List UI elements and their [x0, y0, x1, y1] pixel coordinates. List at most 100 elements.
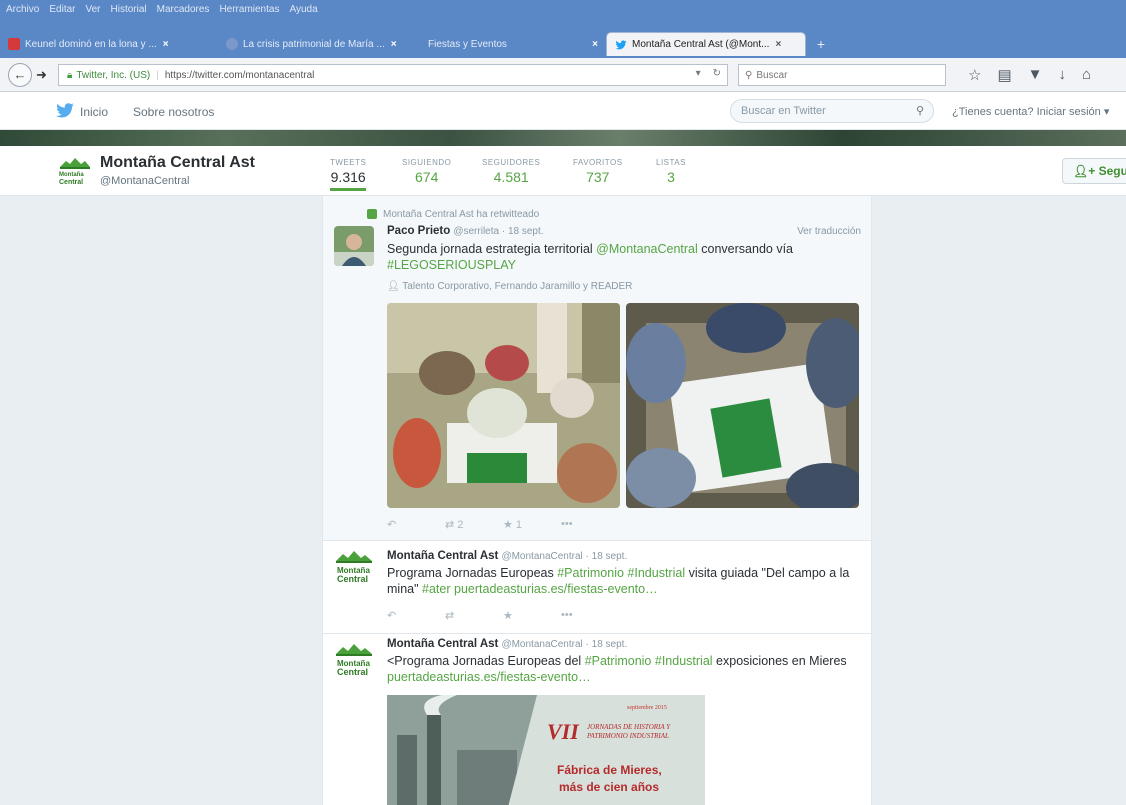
reply-icon[interactable]: ↶	[387, 518, 445, 531]
tab-2[interactable]: La crisis patrimonial de María ... ×	[218, 32, 408, 56]
tweet-item[interactable]: Montaña Central Montaña Central Ast @Mon…	[323, 541, 871, 634]
menu-bookmarks[interactable]: Marcadores	[157, 4, 210, 15]
favorite-icon[interactable]: ★	[503, 609, 561, 622]
translate-link[interactable]: Ver traducción	[797, 226, 861, 237]
hashtag-link[interactable]: #LEGOSERIOUSPLAY	[387, 258, 516, 272]
follow-button[interactable]: 👤︎+ Seguir	[1062, 158, 1126, 184]
tab-bar: Keunel dominó en la lona y ... × La cris…	[0, 18, 1126, 58]
search-icon[interactable]: ⚲	[916, 100, 924, 122]
dropdown-icon[interactable]: ▾	[696, 68, 701, 79]
hashtag-link[interactable]: #Industrial	[655, 654, 713, 668]
more-icon[interactable]: •••	[561, 609, 619, 622]
stat-value: 3	[667, 169, 675, 185]
tweet-item[interactable]: Montaña Central Ast ha retwitteado Paco …	[323, 196, 871, 541]
toolbar-icons: ☆ ▤ ▼ ↓ ⌂	[968, 66, 1091, 84]
menu-file[interactable]: Archivo	[6, 4, 39, 15]
close-tab-icon[interactable]: ×	[592, 39, 598, 50]
profile-nav: Montaña Central Montaña Central Ast @Mon…	[0, 146, 1126, 196]
poster-headline-2: más de cien años	[559, 780, 660, 794]
profile-name[interactable]: Montaña Central Ast	[100, 154, 255, 172]
tab-3[interactable]: Fiestas y Eventos ×	[410, 32, 606, 56]
hashtag-link[interactable]: #Patrimonio	[557, 566, 624, 580]
forward-icon[interactable]: ➜	[36, 67, 47, 83]
twitter-search-placeholder: Buscar en Twitter	[741, 105, 826, 117]
menu-help[interactable]: Ayuda	[289, 4, 317, 15]
back-icon[interactable]: ←	[8, 63, 32, 87]
nav-home-link[interactable]: Inicio	[80, 105, 108, 119]
download-icon[interactable]: ↓	[1059, 66, 1067, 84]
tab-active-twitter[interactable]: Montaña Central Ast (@Mont... ×	[606, 32, 806, 56]
pocket-icon[interactable]: ▼	[1028, 66, 1043, 84]
reload-icon[interactable]: ↻	[713, 68, 721, 79]
url-actions: ▾ ↻	[696, 68, 721, 79]
tweet-actions: ↶ ⇄ ★ •••	[387, 609, 619, 622]
menu-history[interactable]: Historial	[111, 4, 147, 15]
menu-tools[interactable]: Herramientas	[219, 4, 279, 15]
home-icon[interactable]: ⌂	[1082, 66, 1091, 84]
close-tab-icon[interactable]: ×	[163, 39, 169, 50]
close-tab-icon[interactable]: ×	[775, 39, 781, 50]
reply-icon[interactable]: ↶	[387, 609, 445, 622]
url-link[interactable]: puertadeasturias.es/fiestas-evento…	[387, 670, 591, 684]
tab-title: Fiestas y Eventos	[428, 38, 507, 50]
nav-about-link[interactable]: Sobre nosotros	[133, 105, 214, 119]
tweet-author[interactable]: Paco Prieto @serrileta · 18 sept.	[387, 225, 544, 237]
tab-title: Montaña Central Ast (@Mont...	[632, 39, 770, 50]
retweet-action[interactable]: ⇄ 2	[445, 518, 503, 531]
stat-followers[interactable]: SEGUIDORES 4.581	[482, 158, 540, 185]
url-bar[interactable]: 🔒︎ Twitter, Inc. (US) | https://twitter.…	[58, 64, 728, 86]
twitter-bird-icon[interactable]	[55, 103, 75, 119]
hashtag-link[interactable]: #ater	[422, 582, 451, 596]
login-link[interactable]: ¿Tienes cuenta? Iniciar sesión ▾	[952, 105, 1109, 118]
url-link[interactable]: puertadeasturias.es/fiestas-evento…	[454, 582, 658, 596]
twitter-search-input[interactable]: Buscar en Twitter ⚲	[730, 99, 934, 123]
header-banner-image	[0, 130, 1126, 146]
poster-subtitle-2: PATRIMONIO INDUSTRIAL	[587, 732, 669, 740]
search-icon: ⚲	[745, 69, 753, 81]
tweet-actions: ↶ ⇄ 2 ★ 1 •••	[387, 518, 619, 531]
photo-workshop-2[interactable]	[626, 303, 859, 508]
montana-central-logo[interactable]: Montaña Central	[334, 549, 374, 589]
tweet-author[interactable]: Montaña Central Ast @MontanaCentral · 18…	[387, 638, 627, 650]
more-icon[interactable]: •••	[561, 518, 619, 531]
logo-text-line-1: Montaña	[59, 172, 84, 178]
poster-headline-1: Fábrica de Mieres,	[557, 763, 662, 777]
text-part: Segunda jornada estrategia territorial	[387, 242, 597, 256]
tweet-author[interactable]: Montaña Central Ast @MontanaCentral · 18…	[387, 550, 627, 562]
stat-favorites[interactable]: FAVORITOS 737	[573, 158, 623, 185]
logo-text-line-2: Central	[59, 179, 84, 186]
browser-search-input[interactable]: ⚲ Buscar	[738, 64, 946, 86]
retweet-count: 2	[457, 519, 464, 531]
stat-label: TWEETS	[330, 158, 367, 167]
mention-link[interactable]: @MontanaCentral	[596, 242, 698, 256]
stat-tweets[interactable]: TWEETS 9.316	[330, 158, 367, 191]
profile-handle[interactable]: @MontanaCentral	[100, 175, 189, 187]
author-meta: @MontanaCentral · 18 sept.	[501, 551, 628, 562]
logo-text-line-2: Central	[337, 667, 368, 677]
tweet-item[interactable]: Montaña Central Montaña Central Ast @Mon…	[323, 634, 871, 805]
favorite-count: 1	[515, 519, 523, 531]
new-tab-button[interactable]: +	[812, 37, 830, 53]
photo-workshop-1[interactable]	[387, 303, 620, 508]
avatar[interactable]	[334, 226, 374, 266]
author-meta: @serrileta · 18 sept.	[453, 226, 544, 237]
hashtag-link[interactable]: #Industrial	[627, 566, 685, 580]
menu-edit[interactable]: Editar	[49, 4, 75, 15]
favorite-action[interactable]: ★ 1	[503, 518, 561, 531]
stat-following[interactable]: SIGUIENDO 674	[402, 158, 451, 185]
retweet-icon[interactable]: ⇄	[445, 609, 503, 622]
bookmark-star-icon[interactable]: ☆	[968, 66, 981, 84]
search-placeholder: Buscar	[756, 69, 788, 81]
montana-central-logo[interactable]: Montaña Central	[334, 642, 374, 682]
tagged-people[interactable]: 👤︎ Talento Corporativo, Fernando Jaramil…	[387, 281, 632, 292]
reading-list-icon[interactable]: ▤	[997, 66, 1011, 84]
hashtag-link[interactable]: #Patrimonio	[585, 654, 652, 668]
url-text[interactable]: https://twitter.com/montanacentral	[165, 70, 315, 81]
close-tab-icon[interactable]: ×	[391, 39, 397, 50]
stat-label: LISTAS	[656, 158, 686, 167]
event-poster-image[interactable]: septiembre 2015 VII JORNADAS DE HISTORIA…	[387, 695, 705, 805]
stat-lists[interactable]: LISTAS 3	[656, 158, 686, 185]
menu-view[interactable]: Ver	[85, 4, 100, 15]
tab-1[interactable]: Keunel dominó en la lona y ... ×	[0, 32, 218, 56]
tagged-text: Talento Corporativo, Fernando Jaramillo …	[402, 281, 633, 292]
